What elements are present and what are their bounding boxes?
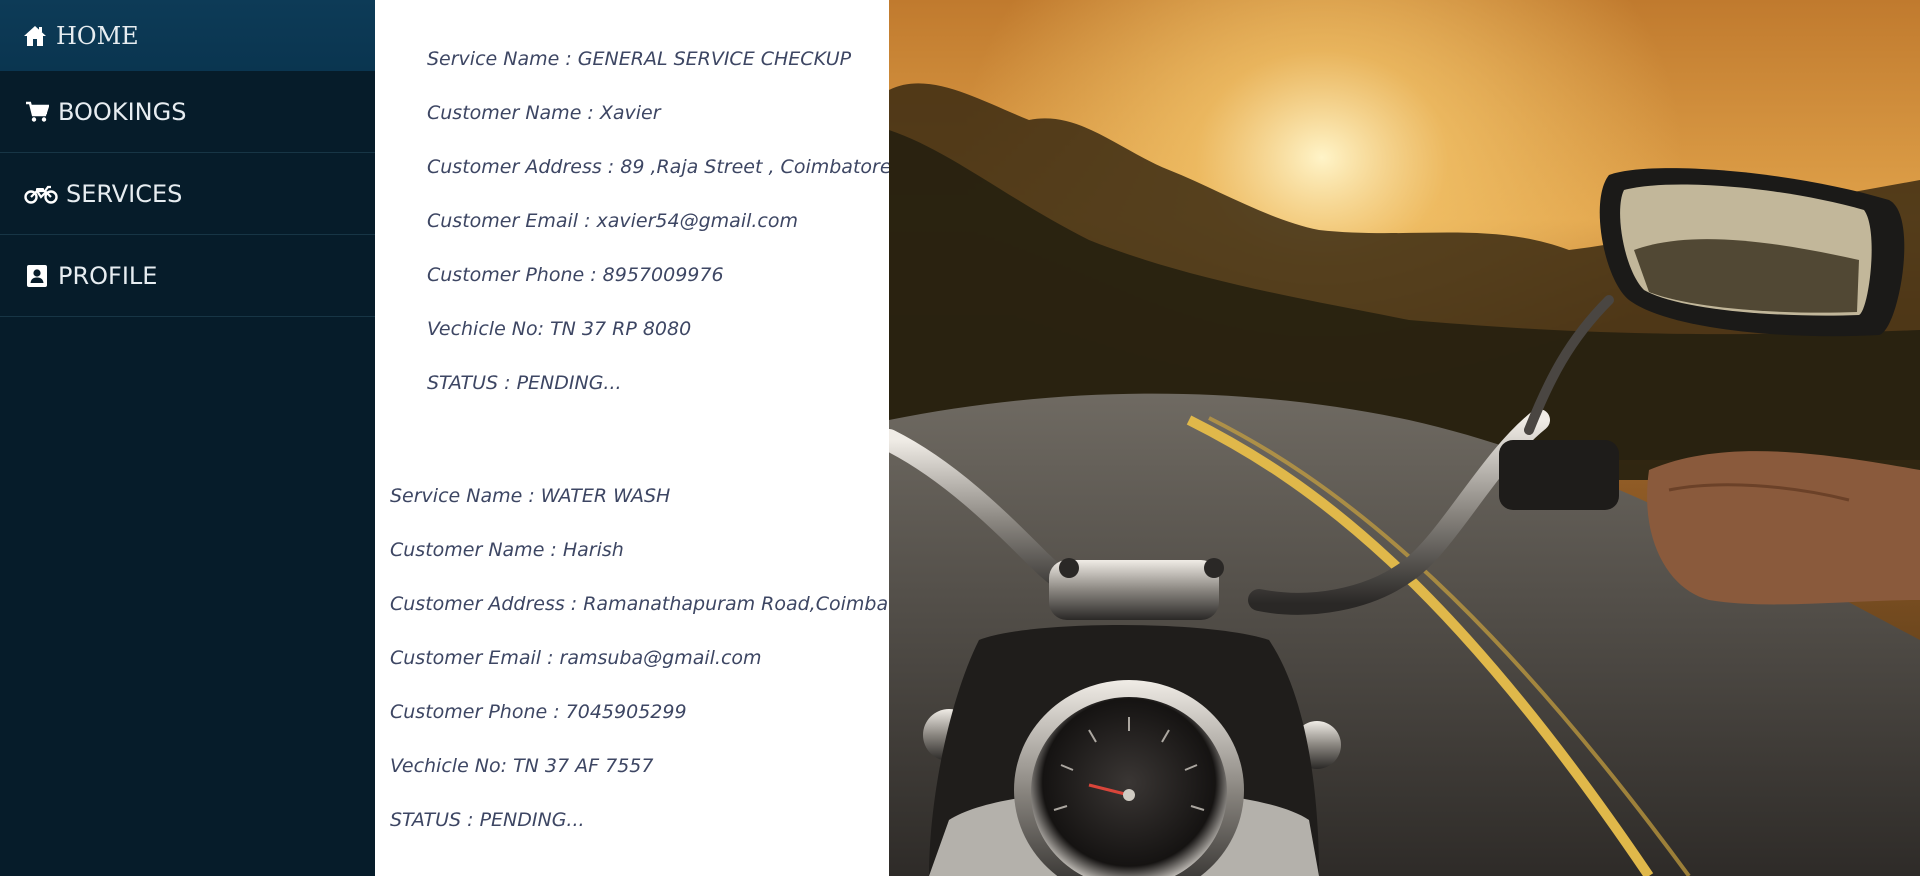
customer-phone: Customer Phone : 7045905299 (390, 701, 687, 723)
service-name: Service Name : GENERAL SERVICE CHECKUP (427, 48, 852, 70)
booking-status: STATUS : PENDING... (427, 372, 622, 394)
nav-item-profile[interactable]: PROFILE (0, 235, 375, 317)
nav-label-profile: PROFILE (58, 261, 158, 290)
nav-label-home: HOME (56, 21, 139, 50)
address-book-icon (24, 263, 50, 289)
page: HOME BOOKINGS SERVICES PROFILE Service N… (0, 0, 1920, 876)
customer-email: Customer Email : xavier54@gmail.com (427, 210, 799, 232)
nav-item-home[interactable]: HOME (0, 0, 375, 71)
motorcycle-icon (24, 181, 58, 207)
customer-name: Customer Name : Harish (390, 539, 624, 561)
nav-label-bookings: BOOKINGS (58, 97, 187, 126)
service-name: Service Name : WATER WASH (390, 485, 671, 507)
vehicle-number: Vechicle No: TN 37 RP 8080 (427, 318, 692, 340)
motorcycle-road-photo (889, 0, 1920, 876)
nav-item-services[interactable]: SERVICES (0, 153, 375, 235)
customer-phone: Customer Phone : 8957009976 (427, 264, 724, 286)
customer-address: Customer Address : 89 ,Raja Street , Coi… (427, 156, 892, 178)
nav-item-bookings[interactable]: BOOKINGS (0, 71, 375, 153)
home-icon (22, 23, 48, 49)
booking-card: Service Name : GENERAL SERVICE CHECKUP C… (427, 47, 892, 425)
cart-icon (24, 99, 50, 125)
booking-card: Service Name : WATER WASH Customer Name … (390, 484, 927, 862)
sidebar: HOME BOOKINGS SERVICES PROFILE (0, 0, 375, 876)
customer-name: Customer Name : Xavier (427, 102, 661, 124)
vehicle-number: Vechicle No: TN 37 AF 7557 (390, 755, 654, 777)
bookings-panel: Service Name : GENERAL SERVICE CHECKUP C… (375, 0, 927, 876)
booking-status: STATUS : PENDING... (390, 809, 585, 831)
customer-email: Customer Email : ramsuba@gmail.com (390, 647, 762, 669)
customer-address: Customer Address : Ramanathapuram Road,C… (390, 593, 927, 615)
nav-label-services: SERVICES (66, 179, 183, 208)
